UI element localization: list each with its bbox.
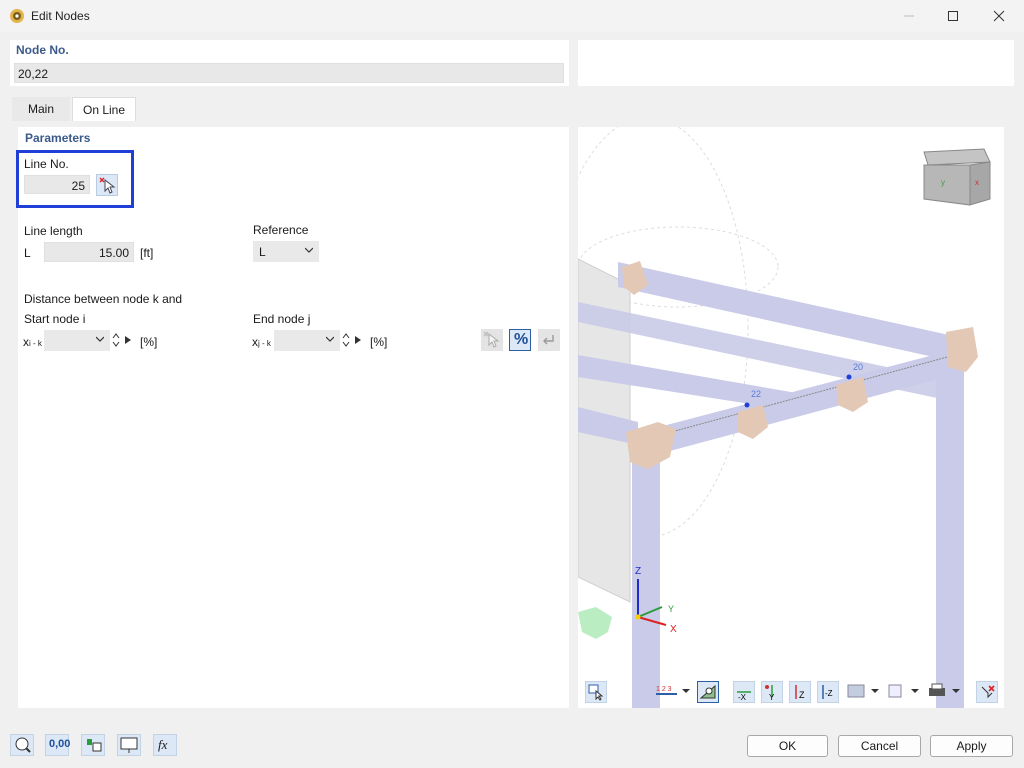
model-icon[interactable] <box>81 734 105 756</box>
reverse-direction-icon[interactable] <box>538 329 560 351</box>
line-length-symbol: L <box>24 246 31 260</box>
percent-toggle-button[interactable]: % <box>509 329 531 351</box>
render-mode-icon[interactable] <box>845 681 881 703</box>
pick-point-icon[interactable] <box>481 329 503 351</box>
start-distance-select[interactable] <box>44 330 110 351</box>
window-title: Edit Nodes <box>31 9 90 23</box>
app-icon <box>10 9 24 23</box>
end-node-label: End node j <box>253 312 311 326</box>
display-icon[interactable] <box>117 734 141 756</box>
svg-text:Z: Z <box>799 690 805 700</box>
node-label-22: 22 <box>751 389 761 399</box>
axis-z-label: Z <box>635 566 641 577</box>
end-play-icon[interactable] <box>355 336 361 344</box>
axis-x-label: X <box>670 624 677 635</box>
svg-text:y: y <box>941 178 945 187</box>
chevron-down-icon <box>96 336 104 342</box>
model-view-canvas[interactable]: 22 20 Z X Y y x <box>578 127 1004 708</box>
svg-text:1 2 3: 1 2 3 <box>656 686 672 693</box>
pick-line-icon[interactable] <box>96 174 118 196</box>
close-icon[interactable] <box>976 0 1022 32</box>
ok-button[interactable]: OK <box>747 735 828 757</box>
line-no-value: 25 <box>71 179 85 193</box>
parameters-title: Parameters <box>25 131 91 145</box>
distance-label: Distance between node k and <box>24 292 183 306</box>
units-icon[interactable]: 0,00 <box>45 734 70 756</box>
line-length-unit: [ft] <box>140 246 154 260</box>
end-symbol: xj - k <box>252 335 271 349</box>
start-symbol: xi - k <box>23 335 42 349</box>
node-number-input[interactable]: 20,22 <box>14 63 564 83</box>
apply-button[interactable]: Apply <box>930 735 1013 757</box>
svg-text:x: x <box>975 178 979 187</box>
end-spinner-icon[interactable] <box>342 332 350 348</box>
comment-panel <box>578 40 1014 86</box>
line-length-label: Line length <box>24 224 83 238</box>
formula-icon[interactable]: fx <box>153 734 177 756</box>
model-view-panel[interactable]: 22 20 Z X Y y x <box>578 127 1004 708</box>
show-icon[interactable] <box>697 681 719 703</box>
view-cube-icon[interactable]: y x <box>923 148 991 206</box>
numbering-icon[interactable]: 1 2 3 <box>655 681 691 703</box>
svg-text:-Z: -Z <box>825 689 833 698</box>
cancel-button[interactable]: Cancel <box>838 735 921 757</box>
help-icon[interactable] <box>10 734 34 756</box>
chevron-down-icon <box>305 247 313 253</box>
end-unit: [%] <box>370 335 388 349</box>
title-bar: Edit Nodes <box>0 0 1024 32</box>
minimize-icon[interactable] <box>886 0 932 32</box>
start-spinner-icon[interactable] <box>112 332 120 348</box>
view-y-icon[interactable]: Y <box>761 681 783 703</box>
view-x-icon[interactable]: -X <box>733 681 755 703</box>
line-length-input: 15.00 <box>44 242 134 262</box>
node-number-panel: Node No. 20,22 <box>10 40 569 86</box>
svg-text:-X: -X <box>738 693 747 702</box>
node-number-value: 20,22 <box>18 67 49 81</box>
end-distance-select[interactable] <box>274 330 340 351</box>
view-select-icon[interactable] <box>585 681 607 703</box>
start-play-icon[interactable] <box>125 336 131 344</box>
axis-y-label: Y <box>668 604 674 614</box>
percent-label: % <box>514 331 529 348</box>
parameters-panel: Parameters Line No. 25 Line length L 15.… <box>16 127 569 708</box>
node-label-20: 20 <box>853 362 863 372</box>
print-icon[interactable] <box>926 681 962 703</box>
edit-nodes-dialog: Edit Nodes Node No. 20,22 Main On Line P… <box>0 0 1024 768</box>
reset-icon[interactable] <box>976 681 998 703</box>
start-node-label: Start node i <box>24 312 86 326</box>
node-number-label: Node No. <box>16 43 69 57</box>
tab-main[interactable]: Main <box>12 97 70 121</box>
line-length-value: 15.00 <box>98 246 129 260</box>
view-iso-icon[interactable]: -Z <box>817 681 839 703</box>
reference-select[interactable]: L <box>253 241 319 262</box>
start-unit: [%] <box>140 335 158 349</box>
svg-text:Y: Y <box>769 693 775 702</box>
maximize-icon[interactable] <box>930 0 976 32</box>
view-z-icon[interactable]: Z <box>789 681 811 703</box>
display-mode-icon[interactable] <box>885 681 921 703</box>
chevron-down-icon <box>326 336 334 342</box>
reference-label: Reference <box>253 223 309 237</box>
tab-on-line[interactable]: On Line <box>72 97 136 121</box>
line-no-label: Line No. <box>24 157 69 171</box>
reference-value: L <box>259 245 266 259</box>
line-no-input[interactable]: 25 <box>24 175 90 194</box>
